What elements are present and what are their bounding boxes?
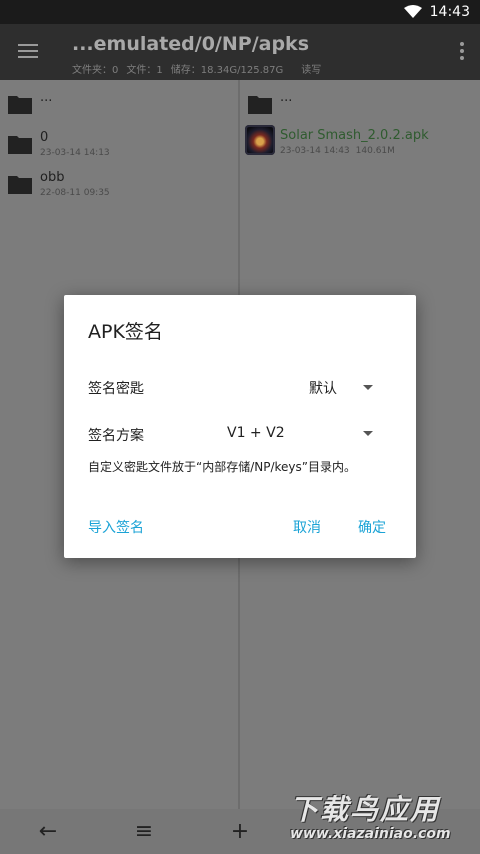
item-name: 0 (40, 130, 49, 145)
list-item[interactable]: obb 22-08-11 09:35 (0, 166, 238, 206)
import-sign-button[interactable]: 导入签名 (88, 517, 144, 537)
list-item[interactable]: ... (0, 86, 238, 126)
dropdown-arrow-icon[interactable] (363, 385, 373, 390)
list-item[interactable]: 0 23-03-14 14:13 (0, 126, 238, 166)
cancel-button[interactable]: 取消 (293, 517, 321, 537)
item-date: 23-03-14 14:43 (280, 146, 350, 156)
folder-icon (8, 136, 32, 154)
back-arrow-icon[interactable]: ← (0, 809, 96, 854)
sign-key-label: 签名密匙 (88, 381, 144, 397)
access-mode: 读写 (301, 65, 322, 76)
folder-icon (248, 96, 272, 114)
wifi-icon (403, 5, 422, 18)
status-time: 14:43 (429, 4, 470, 20)
folder-icon (8, 96, 32, 114)
item-name: Solar Smash_2.0.2.apk (280, 128, 429, 143)
path-title: ...emulated/0/NP/apks (72, 33, 309, 55)
menu-icon[interactable] (14, 38, 42, 66)
dialog-note: 自定义密匙文件放于“内部存储/NP/keys”目录内。 (88, 460, 356, 474)
item-date: 22-08-11 09:35 (40, 188, 110, 198)
folder-count: 文件夹：0 (72, 65, 119, 76)
app-bar: ...emulated/0/NP/apks 文件夹：0 文件：1 储存：18.3… (0, 24, 480, 80)
item-date: 23-03-14 14:13 (40, 148, 110, 158)
item-name: ... (40, 90, 53, 105)
apk-icon (245, 125, 275, 155)
item-size: 140.61M (355, 146, 395, 156)
ok-button[interactable]: 确定 (358, 517, 386, 537)
folder-icon (8, 176, 32, 194)
sign-scheme-select[interactable]: V1 + V2 (227, 425, 285, 441)
dialog-title: APK签名 (88, 321, 163, 343)
list-item[interactable]: ... (240, 86, 480, 126)
add-icon[interactable]: + (192, 809, 288, 854)
sign-scheme-label: 签名方案 (88, 428, 144, 444)
overflow-icon[interactable] (458, 40, 466, 64)
dropdown-arrow-icon[interactable] (363, 431, 373, 436)
item-name: obb (40, 170, 65, 185)
storage-info: 储存：18.34G/125.87G (170, 65, 284, 76)
watermark: 下载鸟应用 www.xiazainiao.com (286, 786, 476, 850)
list-icon[interactable]: ≡ (96, 809, 192, 854)
list-item[interactable]: Solar Smash_2.0.2.apk 23-03-14 14:43 140… (240, 124, 480, 164)
file-count: 文件：1 (126, 65, 163, 76)
item-name: ... (280, 90, 293, 105)
watermark-title: 下载鸟应用 (290, 793, 441, 826)
apk-sign-dialog: APK签名 签名密匙 默认 签名方案 V1 + V2 自定义密匙文件放于“内部存… (64, 295, 416, 558)
watermark-url: www.xiazainiao.com (290, 826, 451, 842)
status-bar: 14:43 (0, 0, 480, 24)
path-info: 文件夹：0 文件：1 储存：18.34G/125.87G 读写 (72, 61, 321, 76)
sign-key-select[interactable]: 默认 (309, 378, 337, 398)
